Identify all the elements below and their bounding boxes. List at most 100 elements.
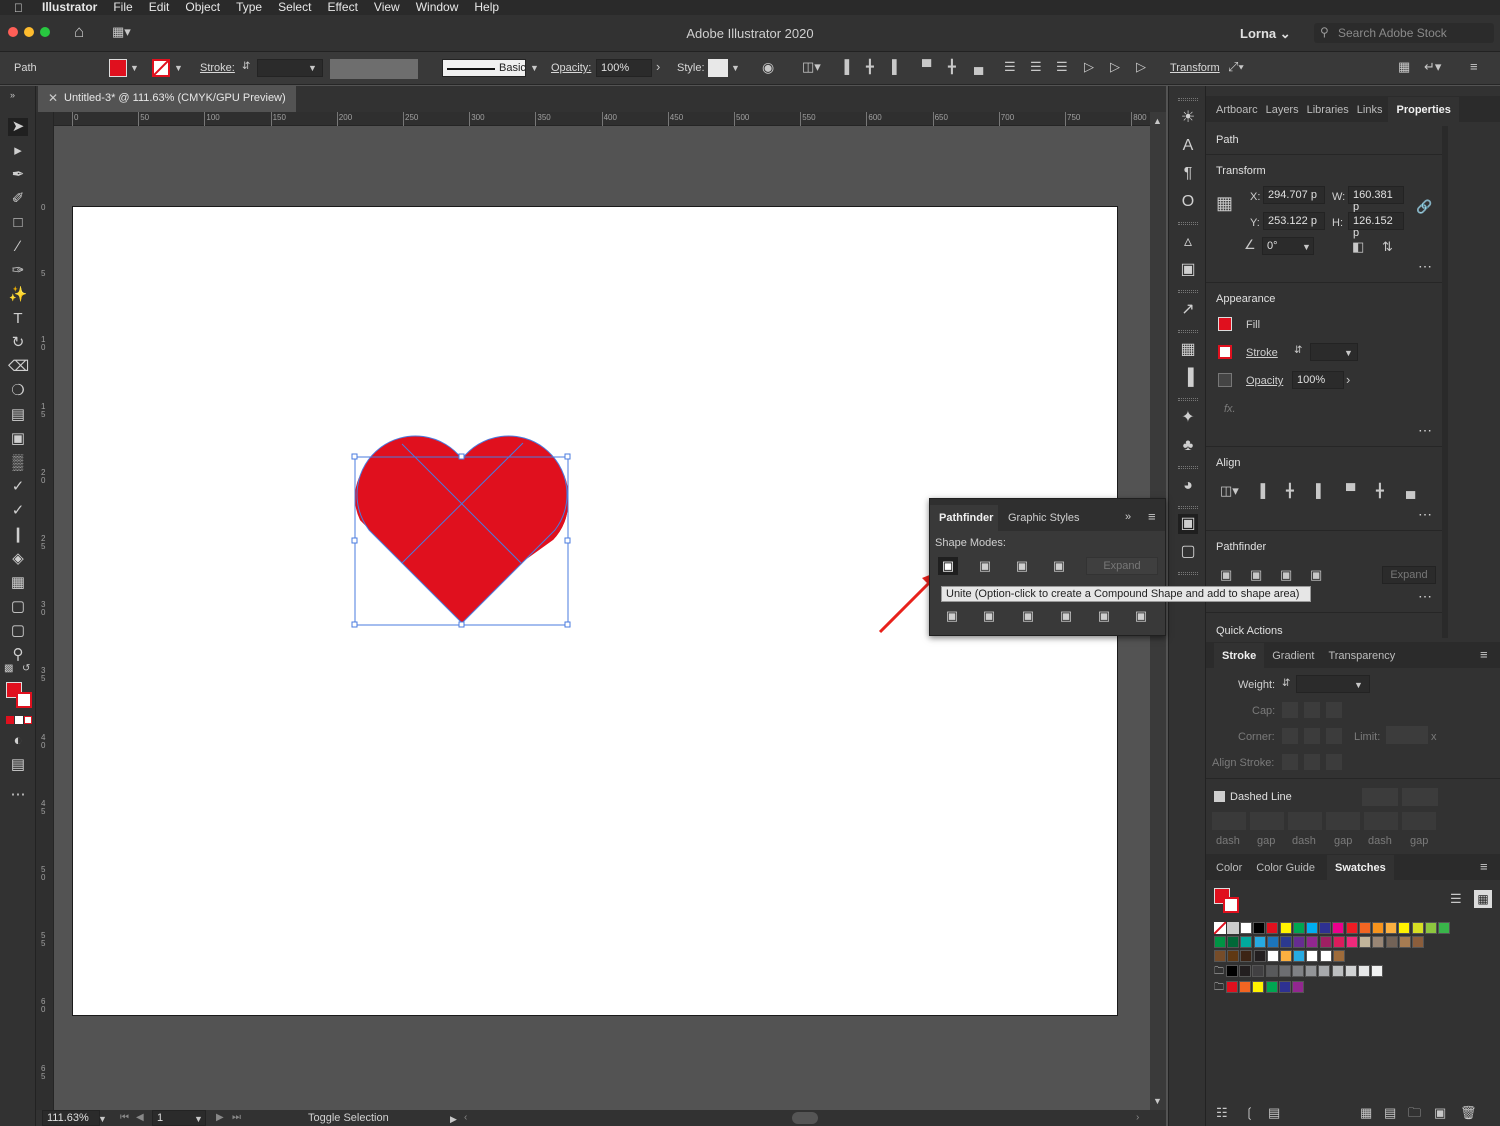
stroke-weight-dropdown-icon[interactable]: ▼ (308, 61, 317, 75)
unite-button[interactable]: ▣ (938, 557, 958, 575)
distribute-vertical-center-icon[interactable]: ☰ (1030, 60, 1042, 74)
panel-unite-icon[interactable]: ▣ (1220, 568, 1232, 582)
last-artboard-icon[interactable]: ⏭ (232, 1111, 241, 1125)
delete-swatch-icon[interactable]: 🗑 (1460, 1106, 1477, 1120)
color-swatch[interactable] (1227, 950, 1240, 962)
bevel-join-icon[interactable] (1326, 728, 1342, 744)
align-stroke-center-icon[interactable] (1282, 754, 1298, 770)
scroll-left-icon[interactable]: ‹ (464, 1111, 467, 1125)
color-swatch[interactable] (1398, 936, 1411, 948)
panel-intersect-icon[interactable]: ▣ (1280, 568, 1292, 582)
brights-group-folder-icon[interactable]: 🗀 (1214, 981, 1224, 995)
appearance-stroke-swatch[interactable] (1218, 345, 1232, 359)
brush-dropdown-icon[interactable]: ▼ (530, 61, 539, 75)
appearance-opacity-label[interactable]: Opacity (1246, 375, 1283, 387)
tab-color-guide[interactable]: Color Guide (1254, 862, 1321, 880)
gradient-tool-icon[interactable]: ▤ (8, 406, 28, 424)
color-swatch[interactable] (1358, 965, 1370, 977)
previous-artboard-icon[interactable]: ◀ (136, 1111, 144, 1125)
color-swatch[interactable] (1240, 922, 1252, 934)
minus-front-button[interactable]: ▣ (975, 557, 995, 575)
trim-button[interactable]: ▣ (979, 607, 999, 625)
tab-layers[interactable]: Layers (1264, 104, 1305, 122)
paragraph-panel-icon[interactable]: ¶ (1178, 164, 1198, 184)
document-tab[interactable]: ✕ Untitled-3* @ 111.63% (CMYK/GPU Previe… (38, 86, 296, 112)
tab-color[interactable]: Color (1214, 862, 1248, 880)
color-swatch[interactable] (1239, 965, 1252, 977)
appearance-opacity-arrow-icon[interactable]: › (1346, 373, 1350, 387)
panel-group-grip-4[interactable] (1178, 330, 1198, 333)
align-more-options-icon[interactable]: ⋯ (1418, 506, 1433, 523)
paintbrush-tool-icon[interactable]: ✑ (8, 262, 28, 280)
flip-horizontal-icon[interactable]: ◧ (1352, 240, 1364, 254)
round-join-icon[interactable] (1304, 728, 1320, 744)
tab-pathfinder[interactable]: Pathfinder (930, 505, 998, 531)
round-cap-icon[interactable] (1304, 702, 1320, 718)
draw-mode-icon[interactable]: ◐ (8, 732, 28, 750)
panel-group-grip-7[interactable] (1178, 506, 1198, 509)
symbols-panel-icon[interactable]: ▣ (1178, 260, 1198, 280)
color-swatch[interactable] (1385, 922, 1398, 934)
artboard-tool-icon[interactable]: ▢ (8, 598, 28, 616)
color-swatch[interactable] (1385, 936, 1398, 948)
grid-view-icon[interactable]: ▦ (1474, 890, 1492, 908)
align-right-icon[interactable]: ▌ (892, 60, 901, 74)
dash-3-field[interactable] (1364, 812, 1398, 830)
color-swatch[interactable] (1398, 922, 1411, 934)
pathfinder-more-options-icon[interactable]: ⋯ (1418, 588, 1433, 605)
projecting-cap-icon[interactable] (1326, 702, 1342, 718)
color-swatch[interactable] (1252, 981, 1265, 993)
color-swatch[interactable] (1253, 950, 1266, 962)
list-view-icon[interactable]: ☰ (1450, 892, 1462, 906)
width-field[interactable]: 160.381 p (1348, 186, 1404, 213)
gap-2-field[interactable] (1326, 812, 1360, 830)
shape-builder-tool-icon[interactable]: ◈ (8, 550, 28, 568)
brush-definition-field[interactable]: Basic (442, 59, 526, 77)
color-swatch[interactable] (1331, 965, 1344, 977)
more-tools-icon[interactable]: ⋯ (8, 786, 28, 804)
pathfinder-expand-button[interactable]: Expand (1086, 557, 1158, 575)
appearance-stroke-dropdown-icon[interactable]: ▼ (1344, 346, 1353, 360)
color-panel-icon[interactable]: ☀ (1178, 108, 1198, 128)
opentype-panel-icon[interactable]: O (1178, 192, 1198, 212)
color-swatch[interactable] (1239, 981, 1252, 993)
shaper-tool-icon[interactable]: ✨ (8, 286, 28, 304)
fx-label[interactable]: fx. (1224, 403, 1236, 415)
swatch-options-icon[interactable]: ▤ (1268, 1106, 1280, 1120)
color-swatch[interactable] (1319, 950, 1332, 962)
panel-align-bottom-icon[interactable]: ▄ (1406, 484, 1415, 498)
status-menu-icon[interactable]: ▶ (450, 1112, 457, 1126)
panel-align-top-icon[interactable]: ▀ (1346, 484, 1355, 498)
minus-back-button[interactable]: ▣ (1131, 607, 1151, 625)
color-swatch[interactable] (1372, 936, 1385, 948)
color-mode-icon[interactable] (6, 716, 14, 724)
color-swatch[interactable] (1292, 922, 1305, 934)
appearance-panel-icon[interactable]: ◕ (1178, 476, 1198, 496)
style-dropdown-icon[interactable]: ▼ (731, 61, 740, 75)
eyedropper-alt-tool-icon[interactable]: ✓ (8, 502, 28, 520)
registration-swatch[interactable] (1227, 922, 1239, 934)
distribute-right-icon[interactable]: ▷ (1136, 60, 1146, 74)
user-menu[interactable]: Lorna ⌄ (1240, 26, 1291, 42)
flip-vertical-icon[interactable]: ⇅ (1382, 240, 1393, 254)
screen-mode-icon[interactable]: ▤ (8, 756, 28, 774)
add-to-library-icon[interactable]: ▦ (1360, 1106, 1372, 1120)
control-bar-menu-icon[interactable]: ≡ (1470, 60, 1478, 74)
miter-join-icon[interactable] (1282, 728, 1298, 744)
rotate-dropdown-icon[interactable]: ▼ (1302, 240, 1311, 254)
eyedropper-tool-icon[interactable]: ✓ (8, 478, 28, 496)
selection-tool-icon[interactable]: ➤ (8, 118, 28, 136)
color-swatch[interactable] (1293, 950, 1306, 962)
artboard-dropdown-icon[interactable]: ▼ (194, 1112, 203, 1126)
panel-options-icon[interactable]: ↵▾ (1424, 60, 1441, 74)
new-swatch-icon[interactable]: ▣ (1434, 1106, 1446, 1120)
tab-graphic-styles[interactable]: Graphic Styles (1008, 512, 1080, 524)
color-swatch[interactable] (1253, 922, 1266, 934)
none-mode-icon[interactable] (24, 716, 32, 724)
type-tool-icon[interactable]: T (8, 310, 28, 328)
new-color-group-icon[interactable]: 🗀 (1408, 1106, 1421, 1120)
appearance-opacity-field[interactable]: 100% (1292, 371, 1344, 389)
close-document-icon[interactable]: ✕ (48, 91, 58, 105)
opacity-field[interactable]: 100% (596, 59, 652, 77)
align-horizontal-center-icon[interactable]: ╋ (866, 60, 874, 74)
